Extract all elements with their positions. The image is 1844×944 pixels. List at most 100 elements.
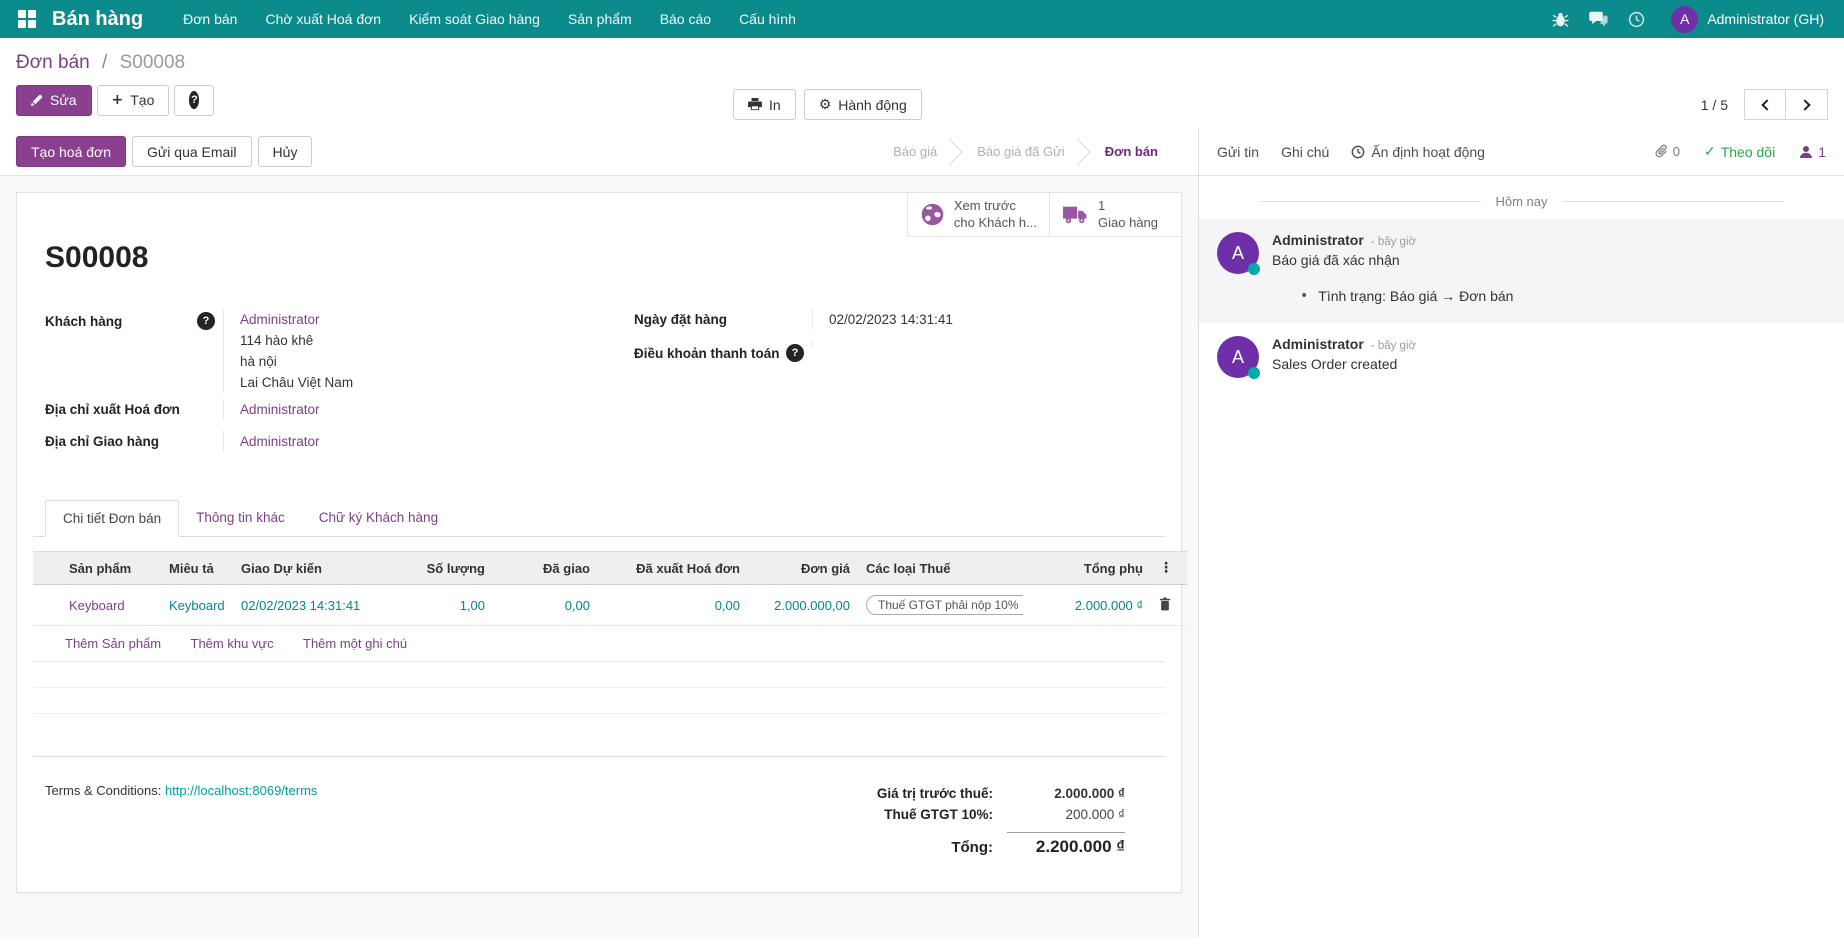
form-scroll-area: Xem trước cho Khách h... 1 Giao hàng S00… xyxy=(0,176,1198,937)
globe-icon xyxy=(921,203,944,226)
message-author: Administrator xyxy=(1272,336,1364,352)
send-email-button[interactable]: Gửi qua Email xyxy=(132,136,252,167)
terms-link[interactable]: http://localhost:8069/terms xyxy=(165,783,317,798)
add-section-link[interactable]: Thêm khu vực xyxy=(191,636,274,651)
stage-bao-gia-da-gui[interactable]: Báo giá đã Gửi xyxy=(961,136,1088,167)
odoo-app: Bán hàng Đơn bán Chờ xuất Hoá đơn Kiểm s… xyxy=(0,0,1844,937)
nav-item-cho-xuat-hoa-don[interactable]: Chờ xuất Hoá đơn xyxy=(251,1,395,37)
print-button[interactable]: In xyxy=(733,89,796,120)
tab-customer-signature[interactable]: Chữ ký Khách hàng xyxy=(302,500,455,537)
date-divider-label: Hôm nay xyxy=(1495,194,1548,209)
pager-next-button[interactable] xyxy=(1786,89,1828,120)
column-header-delivered[interactable]: Đã giao xyxy=(493,551,598,585)
column-header-qty[interactable]: Số lượng xyxy=(393,551,493,585)
form-column: Tạo hoá đơn Gửi qua Email Hủy Báo giá Bá… xyxy=(0,128,1199,937)
terms-label: Terms & Conditions: xyxy=(45,783,162,798)
avatar: A xyxy=(1217,336,1260,379)
payment-terms-value[interactable] xyxy=(812,341,1153,347)
notebook-tabs: Chi tiết Đơn bán Thông tin khác Chữ ký K… xyxy=(33,499,1165,537)
breadcrumb: Đơn bán / S00008 xyxy=(16,52,1828,74)
person-icon xyxy=(1800,145,1813,158)
add-product-link[interactable]: Thêm Sản phẩm xyxy=(65,636,161,651)
cell-subtotal: 2.000.000 ₫ xyxy=(1023,584,1151,626)
column-header-subtotal[interactable]: Tổng phụ xyxy=(1023,551,1151,585)
control-panel: Đơn bán / S00008 Sửa + Tạo ? In ⚙ Hành đ… xyxy=(0,38,1844,128)
column-header-description[interactable]: Miêu tả xyxy=(161,551,233,585)
message-body: Báo giá đã xác nhận xyxy=(1272,252,1400,268)
customer-preview-button[interactable]: Xem trước cho Khách h... xyxy=(906,192,1050,237)
nav-item-kiem-soat-giao-hang[interactable]: Kiểm soát Giao hàng xyxy=(395,1,554,37)
breadcrumb-parent[interactable]: Đơn bán xyxy=(16,52,90,73)
add-note-link[interactable]: Thêm một ghi chú xyxy=(303,636,407,651)
top-nav: Bán hàng Đơn bán Chờ xuất Hoá đơn Kiểm s… xyxy=(0,0,1844,38)
tab-other-info[interactable]: Thông tin khác xyxy=(179,500,302,537)
handle-column-header xyxy=(33,551,61,585)
nav-item-san-pham[interactable]: Sản phẩm xyxy=(554,1,646,37)
delivery-address-link[interactable]: Administrator xyxy=(240,434,320,449)
add-line-links: Thêm Sản phẩm Thêm khu vực Thêm một ghi … xyxy=(33,626,1165,662)
cell-invoiced: 0,00 xyxy=(598,584,748,626)
column-header-delivery-date[interactable]: Giao Dự kiến xyxy=(233,551,393,585)
app-brand[interactable]: Bán hàng xyxy=(52,8,143,31)
workspace: Tạo hoá đơn Gửi qua Email Hủy Báo giá Bá… xyxy=(0,128,1844,937)
gear-icon: ⚙ xyxy=(818,96,832,113)
cell-product-link[interactable]: Keyboard xyxy=(69,598,125,613)
help-button[interactable]: ? xyxy=(174,84,215,116)
pager-previous-button[interactable] xyxy=(1744,89,1786,120)
empty-row xyxy=(33,688,1165,714)
apps-menu-icon[interactable] xyxy=(18,10,36,28)
attachment-count: 0 xyxy=(1672,144,1680,159)
terms-and-conditions: Terms & Conditions: http://localhost:806… xyxy=(45,783,317,860)
status-buttons: Tạo hoá đơn Gửi qua Email Hủy xyxy=(16,136,313,167)
question-icon[interactable]: ? xyxy=(786,344,804,362)
kebab-icon: ⋮ xyxy=(1159,560,1173,576)
column-header-unit-price[interactable]: Đơn giá xyxy=(748,551,858,585)
tab-order-lines[interactable]: Chi tiết Đơn bán xyxy=(45,500,180,537)
follow-button[interactable]: ✓ Theo dõi xyxy=(1704,144,1775,160)
action-button[interactable]: ⚙ Hành động xyxy=(803,89,922,120)
column-header-taxes[interactable]: Các loại Thuế xyxy=(858,551,1023,585)
clock-icon xyxy=(1351,145,1365,158)
customer-link[interactable]: Administrator xyxy=(240,312,320,327)
create-button[interactable]: + Tạo xyxy=(96,84,170,116)
cancel-button[interactable]: Hủy xyxy=(257,136,313,167)
nav-item-don-ban[interactable]: Đơn bán xyxy=(169,1,251,37)
totals-block: Giá trị trước thuế: 2.000.000 ₫ Thuế GTG… xyxy=(795,783,1125,860)
online-status-icon xyxy=(1248,367,1260,379)
table-row[interactable]: Keyboard Keyboard 02/02/2023 14:31:41 1,… xyxy=(33,584,1187,626)
address-line: 114 hào khê xyxy=(240,333,314,348)
online-status-icon xyxy=(1248,263,1260,275)
followers-button[interactable]: 1 xyxy=(1799,144,1826,160)
total-untaxed: Giá trị trước thuế: 2.000.000 ₫ xyxy=(876,786,1125,801)
invoice-address-label: Địa chỉ xuất Hoá đơn xyxy=(45,402,180,417)
clock-icon[interactable] xyxy=(1628,11,1645,28)
delete-line-button[interactable] xyxy=(1159,596,1171,611)
create-invoice-button[interactable]: Tạo hoá đơn xyxy=(16,136,127,167)
optional-columns-toggle[interactable]: ⋮ xyxy=(1151,551,1187,585)
chat-icon[interactable] xyxy=(1589,11,1608,27)
invoice-address-link[interactable]: Administrator xyxy=(240,402,320,417)
total-amount: Tổng: 2.200.000 ₫ xyxy=(795,829,1125,860)
pager-value: 1 / 5 xyxy=(1700,96,1728,113)
bullet-icon xyxy=(1300,288,1308,304)
stage-bao-gia[interactable]: Báo giá xyxy=(877,136,961,167)
field-group-right: Ngày đặt hàng 02/02/2023 14:31:41 Điều k… xyxy=(634,309,1153,463)
schedule-activity-button[interactable]: Ấn định hoạt động xyxy=(1351,144,1485,160)
user-menu[interactable]: A Administrator (GH) xyxy=(1671,5,1824,33)
avatar: A xyxy=(1217,232,1260,275)
nav-item-cau-hinh[interactable]: Cấu hình xyxy=(725,1,810,37)
nav-item-bao-cao[interactable]: Báo cáo xyxy=(646,1,725,37)
sheet-footer: Terms & Conditions: http://localhost:806… xyxy=(33,757,1165,868)
stage-don-ban[interactable]: Đơn bán xyxy=(1089,136,1182,167)
column-header-product[interactable]: Sản phẩm xyxy=(61,551,161,585)
delivery-button[interactable]: 1 Giao hàng xyxy=(1050,192,1182,237)
question-icon[interactable]: ? xyxy=(197,312,215,330)
send-message-button[interactable]: Gửi tin xyxy=(1217,144,1259,160)
row-handle xyxy=(33,584,61,626)
bug-icon[interactable] xyxy=(1552,11,1569,28)
edit-button[interactable]: Sửa xyxy=(16,84,92,116)
column-header-invoiced[interactable]: Đã xuất Hoá đơn xyxy=(598,551,748,585)
order-title: S00008 xyxy=(45,241,149,274)
log-note-button[interactable]: Ghi chú xyxy=(1281,144,1329,160)
attachments-button[interactable]: 0 xyxy=(1655,144,1680,159)
